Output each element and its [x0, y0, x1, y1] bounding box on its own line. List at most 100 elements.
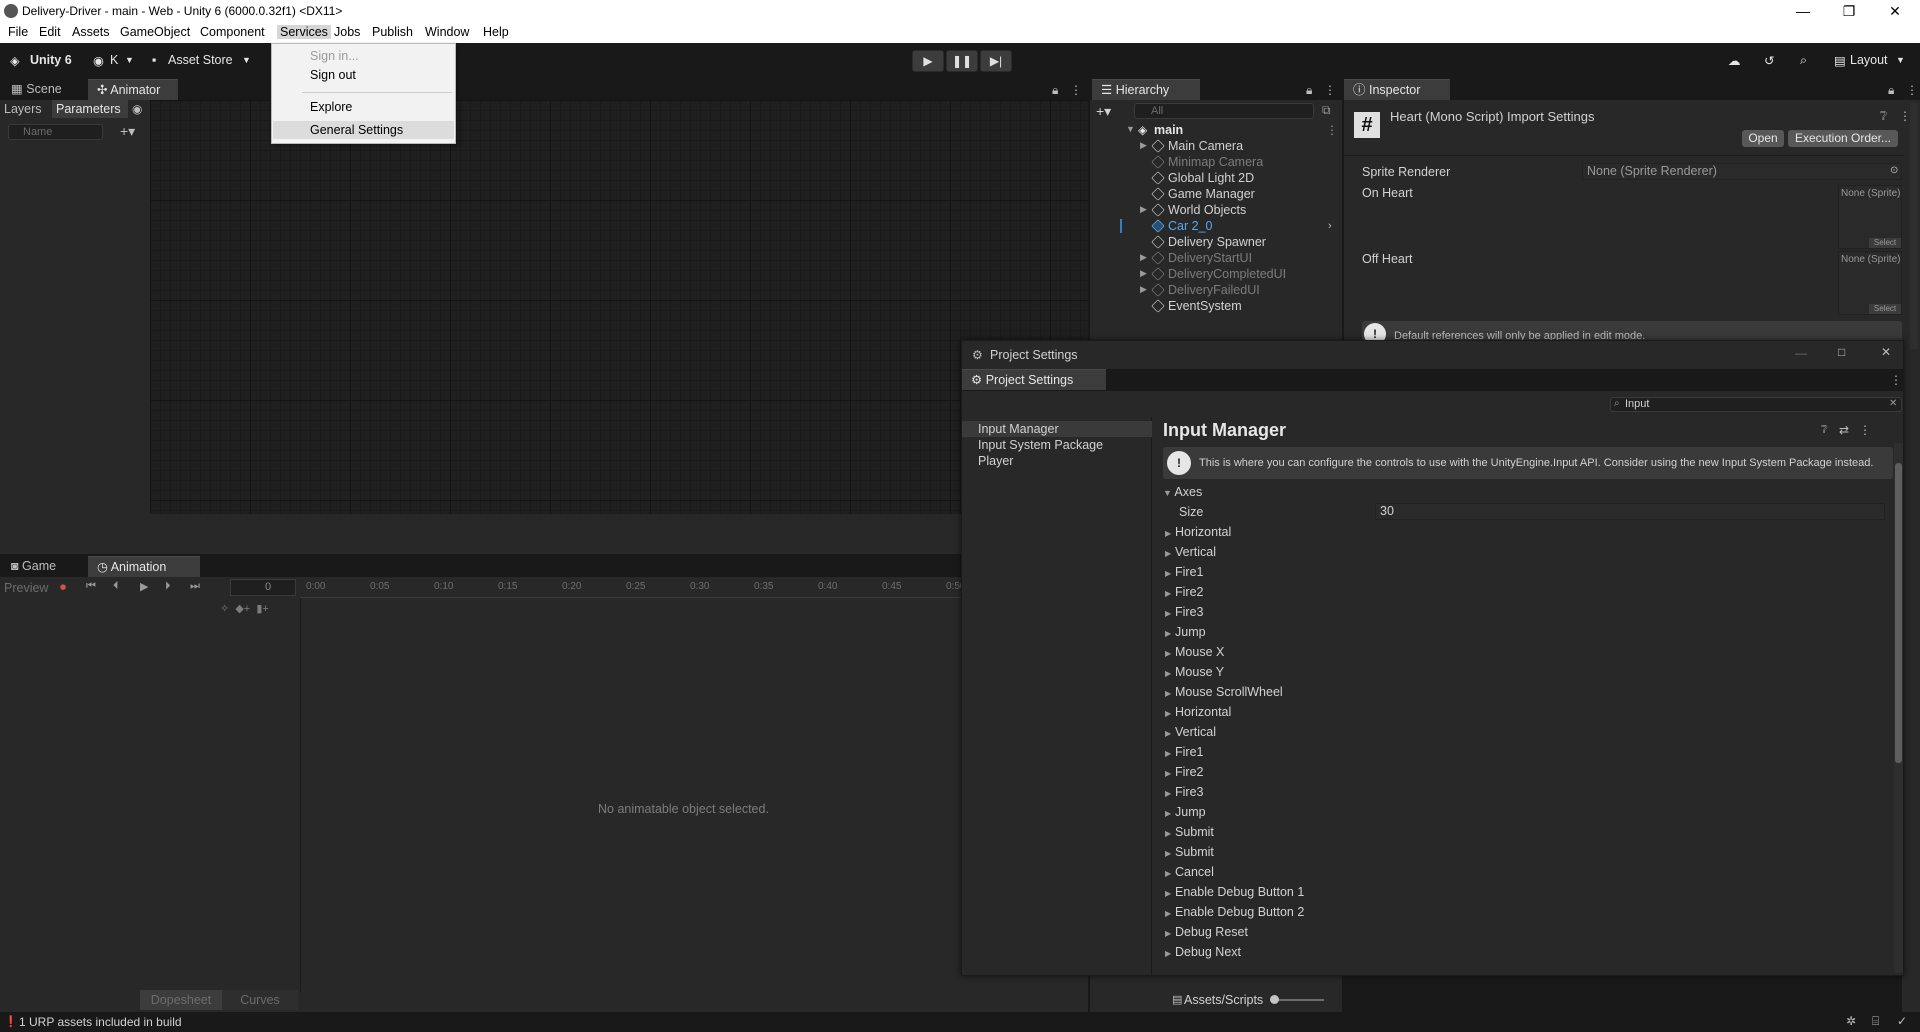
add-parameter-button[interactable]: +▾ [120, 123, 135, 140]
menu-window[interactable]: Window [425, 25, 469, 39]
pause-button[interactable]: ❚❚ [946, 50, 978, 72]
axis-item[interactable]: ▶ Horizontal [1165, 525, 1231, 541]
eye-icon[interactable]: ◉ [132, 102, 142, 116]
preview-toggle[interactable]: Preview [4, 581, 48, 595]
hierarchy-item[interactable]: ▶ DeliveryCompletedUI [1090, 266, 1336, 282]
axes-foldout[interactable]: ▼ Axes [1163, 485, 1202, 499]
off-heart-sprite-field[interactable]: None (Sprite) Select [1838, 251, 1902, 315]
settings-search-input[interactable]: ⌕ Input ✕ [1610, 397, 1902, 412]
axis-item[interactable]: ▶ Submit [1165, 845, 1214, 861]
minimize-button[interactable]: — [1795, 346, 1807, 360]
axis-item[interactable]: ▶ Enable Debug Button 2 [1165, 905, 1304, 921]
maximize-button[interactable]: ❐ [1826, 0, 1872, 22]
scene-visibility-icon[interactable]: ⧉ [1322, 103, 1331, 118]
menu-services[interactable]: Services [277, 25, 331, 39]
play-button[interactable]: ▶ [912, 50, 944, 72]
object-picker-icon[interactable]: ⊙ [1890, 165, 1898, 176]
step-button[interactable]: ▶| [980, 50, 1012, 72]
settings-scrollbar[interactable] [1894, 443, 1903, 973]
size-field[interactable]: 30 [1375, 503, 1885, 520]
menu-item-explore[interactable]: Explore [273, 98, 454, 116]
axis-item[interactable]: ▶ Cancel [1165, 865, 1214, 881]
scrollbar-thumb[interactable] [1895, 463, 1902, 763]
more-options-icon[interactable]: ⋮ [1070, 83, 1082, 97]
tab-project-settings[interactable]: ⚙ Project Settings [962, 369, 1106, 390]
axis-item[interactable]: ▶ Fire3 [1165, 785, 1203, 801]
tab-scene[interactable]: ▦ Scene [2, 79, 71, 100]
record-button[interactable]: ⏺ [60, 580, 66, 595]
nav-input-system-package[interactable]: Input System Package [962, 437, 1152, 453]
status-message[interactable]: 1 URP assets included in build [19, 1015, 182, 1029]
axis-item[interactable]: ▶ Horizontal [1165, 705, 1231, 721]
tab-hierarchy[interactable]: ☰ Hierarchy [1092, 79, 1200, 100]
axis-item[interactable]: ▶ Mouse X [1165, 645, 1224, 661]
select-button[interactable]: Select [1869, 238, 1901, 248]
minimize-button[interactable]: — [1780, 0, 1826, 22]
hierarchy-item[interactable]: Delivery Spawner [1090, 234, 1336, 250]
menu-component[interactable]: Component [200, 25, 265, 39]
hierarchy-item[interactable]: Car 2_0 › [1090, 218, 1336, 234]
menu-gameobject[interactable]: GameObject [120, 25, 190, 39]
nav-input-manager[interactable]: Input Manager [962, 421, 1152, 437]
hierarchy-item[interactable]: Game Manager [1090, 186, 1336, 202]
cloud-icon[interactable]: ☁ [1728, 53, 1741, 68]
curves-tab[interactable]: Curves [222, 990, 298, 1010]
asset-store-dropdown[interactable]: Asset Store [168, 53, 233, 67]
icon-size-slider[interactable] [1274, 999, 1324, 1001]
slider-handle[interactable] [1270, 995, 1279, 1004]
menu-help[interactable]: Help [483, 25, 509, 39]
menu-item-sign-out[interactable]: Sign out [273, 66, 454, 84]
menu-file[interactable]: File [8, 25, 28, 39]
debug-icon[interactable]: ✲ [1846, 1014, 1856, 1028]
tab-game[interactable]: ◙ Game [2, 556, 65, 577]
menu-assets[interactable]: Assets [72, 25, 110, 39]
dopesheet-tab[interactable]: Dopesheet [140, 990, 222, 1010]
check-icon[interactable]: ✓ [1897, 1014, 1907, 1028]
axis-item[interactable]: ▶ Fire2 [1165, 585, 1203, 601]
first-key-button[interactable]: ⏮ [86, 580, 96, 593]
hierarchy-item[interactable]: ▶ DeliveryFailedUI [1090, 282, 1336, 298]
axis-item[interactable]: ▶ Mouse ScrollWheel [1165, 685, 1283, 701]
open-button[interactable]: Open [1742, 130, 1784, 147]
nav-player[interactable]: Player [962, 453, 1152, 469]
select-button[interactable]: Select [1869, 304, 1901, 314]
add-keyframe-icons[interactable]: ✧ ◆+ ▮+ [220, 602, 269, 615]
hierarchy-item[interactable]: Global Light 2D [1090, 170, 1336, 186]
axis-item[interactable]: ▶ Jump [1165, 625, 1206, 641]
more-options-icon[interactable]: ⋮ [1906, 83, 1918, 97]
menu-publish[interactable]: Publish [372, 25, 413, 39]
scene-row[interactable]: ▼ ◈ main ⋮ [1126, 122, 1338, 138]
more-options-icon[interactable]: ⋮ [1890, 373, 1902, 387]
axis-item[interactable]: ▶ Debug Reset [1165, 925, 1248, 941]
package-icon[interactable]: ⌸ [1872, 1014, 1879, 1029]
hierarchy-search-input[interactable]: All [1134, 103, 1314, 119]
preset-icon[interactable]: ⇄ [1839, 423, 1849, 437]
hierarchy-item[interactable]: ▶ World Objects [1090, 202, 1336, 218]
hierarchy-item[interactable]: ▶ Main Camera [1090, 138, 1336, 154]
account-dropdown[interactable]: K [110, 53, 118, 67]
prev-key-button[interactable]: ⏴ [113, 580, 119, 593]
layout-dropdown[interactable]: Layout [1850, 53, 1888, 67]
maximize-button[interactable]: □ [1838, 345, 1845, 359]
lock-icon[interactable]: 🔒︎ [1888, 83, 1894, 98]
more-options-icon[interactable]: ⋮ [1326, 123, 1338, 137]
axis-item[interactable]: ▶ Fire3 [1165, 605, 1203, 621]
parameter-search-input[interactable]: Name [8, 124, 103, 140]
hierarchy-item[interactable]: EventSystem [1090, 298, 1336, 314]
search-icon[interactable]: ⌕ [1800, 53, 1807, 68]
menu-jobs[interactable]: Jobs [334, 25, 360, 39]
close-button[interactable]: ✕ [1881, 345, 1891, 359]
help-icon[interactable]: ❔︎ [1821, 424, 1828, 437]
more-options-icon[interactable]: ⋮ [1859, 423, 1871, 437]
last-key-button[interactable]: ⏭ [190, 580, 200, 593]
axis-item[interactable]: ▶ Fire1 [1165, 745, 1203, 761]
parameters-tab[interactable]: Parameters [52, 100, 128, 118]
execution-order-button[interactable]: Execution Order... [1788, 130, 1898, 147]
axis-item[interactable]: ▶ Submit [1165, 825, 1214, 841]
create-object-button[interactable]: +▾ [1096, 103, 1111, 120]
on-heart-sprite-field[interactable]: None (Sprite) Select [1838, 185, 1902, 249]
axis-item[interactable]: ▶ Fire1 [1165, 565, 1203, 581]
axis-item[interactable]: ▶ Jump [1165, 805, 1206, 821]
lock-icon[interactable]: 🔒︎ [1306, 83, 1312, 98]
help-icon[interactable]: ❔︎ [1880, 109, 1887, 124]
